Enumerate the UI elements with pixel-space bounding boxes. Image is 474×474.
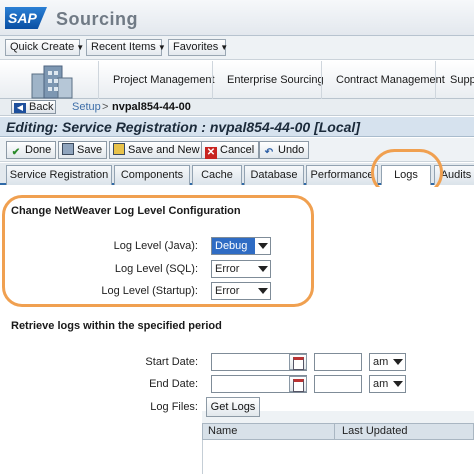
nav-project-management[interactable]: Project Management [98,61,215,99]
floppy-disk-icon [62,143,74,155]
toolbar: ✔ Done Save Save and New ✕ Cancel ↶ Undo [0,138,474,162]
done-label: Done [25,144,52,156]
checkmark-icon: ✔ [11,147,21,158]
log-level-startup-select[interactable]: Error [211,282,271,300]
start-date-label: Start Date: [145,356,198,368]
save-and-new-button[interactable]: Save and New [109,141,205,159]
column-header-last-updated[interactable]: Last Updated [337,424,473,439]
done-button[interactable]: ✔ Done [6,141,57,159]
chevron-down-icon: ▼ [157,43,166,52]
start-ampm-select[interactable]: am [369,353,406,371]
back-arrow-icon: ◀ [14,103,26,113]
page-title: Editing: Service Registration : nvpal854… [0,117,474,137]
recent-items-label: Recent Items [91,41,156,53]
retrieve-logs-section-title: Retrieve logs within the specified perio… [11,320,222,332]
log-level-java-value: Debug [215,240,248,252]
chevron-down-icon [390,376,405,392]
save-and-new-label: Save and New [128,144,200,156]
calendar-icon[interactable] [289,354,307,370]
app-title: Sourcing [56,9,139,29]
undo-icon: ↶ [264,147,274,158]
log-level-java-label: Log Level (Java): [113,240,198,252]
favorites-menu[interactable]: Favorites ▼ [168,39,229,56]
recent-items-menu[interactable]: Recent Items ▼ [86,39,166,56]
chevron-down-icon [390,354,405,370]
log-files-table-header: Name Last Updated [202,423,474,440]
log-level-section-title: Change NetWeaver Log Level Configuration [11,205,241,217]
breadcrumb-setup-link[interactable]: Setup [72,101,101,113]
log-files-label: Log Files: [150,401,198,413]
end-ampm-value: am [373,378,389,390]
back-label: Back [29,101,54,113]
favorites-label: Favorites [173,41,219,53]
tab-cache[interactable]: Cache [192,165,242,185]
menubar: Quick Create ▼ Recent Items ▼ Favorites ▼ [0,36,474,60]
chevron-down-icon: ▼ [220,43,229,52]
tab-database[interactable]: Database [244,165,304,185]
tab-logs[interactable]: Logs [381,165,431,185]
breadcrumb-current: nvpal854-44-00 [112,101,191,113]
app-header: SAP Sourcing [0,0,474,36]
nav-supplier[interactable]: Suppl [435,61,474,99]
chevron-down-icon: ▼ [76,43,85,52]
undo-label: Undo [278,144,305,156]
cancel-label: Cancel [220,144,255,156]
breadcrumb-separator: > [102,101,109,113]
tab-components[interactable]: Components [114,165,190,185]
log-files-table-body [202,440,474,474]
log-level-startup-value: Error [215,285,240,297]
start-time-input[interactable] [314,353,362,371]
column-header-name[interactable]: Name [203,424,335,439]
log-level-java-select[interactable]: Debug [211,237,271,255]
undo-button[interactable]: ↶ Undo [259,141,310,159]
chevron-down-icon [255,283,270,299]
calendar-icon[interactable] [289,376,307,392]
tab-strip: Service Registration Components Cache Da… [0,163,474,185]
save-button[interactable]: Save [58,141,108,159]
quick-create-label: Quick Create [10,41,75,53]
home-buildings-icon[interactable] [30,64,74,100]
main-content: Change NetWeaver Log Level Configuration… [0,187,474,474]
tab-audits[interactable]: Audits [434,165,474,185]
chevron-down-icon [255,238,270,254]
log-level-startup-label: Log Level (Startup): [101,285,198,297]
tab-performance[interactable]: Performance [306,165,378,185]
chevron-down-icon [255,261,270,277]
end-date-label: End Date: [149,378,198,390]
get-logs-button[interactable]: Get Logs [206,397,260,417]
top-navigation: Project Management Enterprise Sourcing C… [0,61,474,99]
tab-service-registration[interactable]: Service Registration [6,165,112,185]
end-ampm-select[interactable]: am [369,375,406,393]
close-icon: ✕ [205,147,217,159]
nav-contract-management[interactable]: Contract Management [321,61,445,99]
end-time-input[interactable] [314,375,362,393]
sap-logo: SAP [5,7,47,29]
log-level-sql-value: Error [215,263,240,275]
start-ampm-value: am [373,356,389,368]
back-button[interactable]: ◀ Back [11,100,56,114]
save-new-icon [113,143,125,155]
breadcrumb: ◀ Back Setup > nvpal854-44-00 [0,99,474,116]
log-level-sql-label: Log Level (SQL): [114,263,198,275]
nav-enterprise-sourcing[interactable]: Enterprise Sourcing [212,61,324,99]
cancel-button[interactable]: ✕ Cancel [201,141,260,159]
quick-create-menu[interactable]: Quick Create ▼ [5,39,84,56]
log-level-sql-select[interactable]: Error [211,260,271,278]
save-label: Save [77,144,103,156]
